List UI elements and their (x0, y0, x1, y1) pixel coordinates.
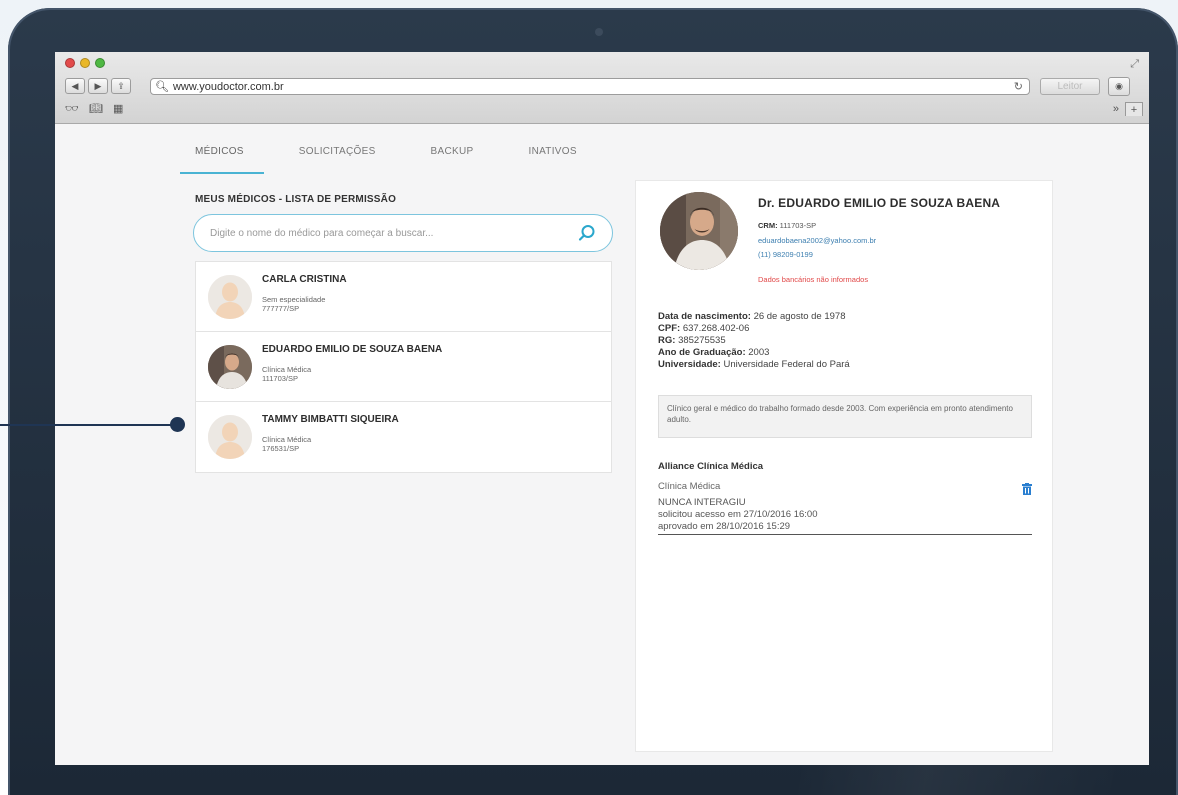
person-placeholder-icon (208, 415, 252, 459)
clinic-specialty: Clínica Médica (658, 481, 721, 492)
window-controls (65, 58, 105, 68)
tab-inativos[interactable]: INATIVOS (513, 124, 591, 174)
clinic-name: Alliance Clínica Médica (658, 461, 764, 472)
avatar (208, 345, 252, 389)
crm-label: CRM: (758, 221, 778, 230)
avatar (208, 275, 252, 319)
nav-buttons: ◀ ▶ ⇪ (65, 78, 131, 94)
zoom-window-button[interactable] (95, 58, 105, 68)
doctor-specialty: Clínica Médica (262, 365, 312, 374)
doctor-name: EDUARDO EMILIO DE SOUZA BAENA (262, 344, 443, 355)
doctor-list: CARLA CRISTINA Sem especialidade 777777/… (195, 261, 612, 473)
graduation-value: 2003 (748, 347, 770, 358)
request-date: solicitou acesso em 27/10/2016 16:00 (658, 509, 818, 520)
doctor-meta: Clínica Médica 111703/SP (262, 365, 311, 383)
cpf-row: CPF: 637.268.402-06 (658, 323, 850, 335)
callout-dot (170, 417, 185, 432)
doctor-crm: 777777/SP (262, 304, 300, 313)
forward-button[interactable]: ▶ (88, 78, 108, 94)
reading-list-icon[interactable]: 👓︎ (65, 102, 79, 115)
university-row: Universidade: Universidade Federal do Pa… (658, 359, 850, 371)
birth-label: Data de nascimento: (658, 311, 751, 322)
web-page: MÉDICOS SOLICITAÇÕES BACKUP INATIVOS MEU… (55, 124, 1149, 765)
url-text: www.youdoctor.com.br (172, 80, 284, 93)
doctor-detail-card: Dr. EDUARDO EMILIO DE SOUZA BAENA CRM: 1… (635, 180, 1053, 752)
doctor-phone-link[interactable]: (11) 98209-0199 (758, 250, 813, 259)
clinic-status: NUNCA INTERAGIU solicitou acesso em 27/1… (658, 497, 1032, 533)
rg-value: 385275535 (678, 335, 726, 346)
clinic-entry: Alliance Clínica Médica Clínica Médica N… (658, 461, 1032, 535)
list-item[interactable]: TAMMY BIMBATTI SIQUEIRA Clínica Médica 1… (196, 402, 611, 472)
address-bar[interactable]: 🔍︎ www.youdoctor.com.br ↻ (150, 78, 1030, 95)
doctor-bio: Clínico geral e médico do trabalho forma… (658, 395, 1032, 438)
birth-row: Data de nascimento: 26 de agosto de 1978 (658, 311, 850, 323)
bookmarks-row: 👓︎ 📖︎ ▦ (65, 102, 123, 115)
browser-chrome: ⤢ ◀ ▶ ⇪ 🔍︎ www.youdoctor.com.br ↻ Leitor… (55, 52, 1149, 124)
doctor-search (193, 214, 613, 252)
search-icon: 🔍︎ (155, 81, 169, 93)
doctor-name: CARLA CRISTINA (262, 274, 347, 285)
search-input[interactable] (210, 227, 578, 239)
doctor-meta: Clínica Médica 176531/SP (262, 435, 311, 453)
reader-button[interactable]: Leitor (1040, 78, 1100, 95)
share-button[interactable]: ⇪ (111, 78, 131, 94)
top-sites-icon[interactable]: ▦ (113, 102, 123, 115)
fullscreen-icon[interactable]: ⤢ (1130, 58, 1139, 71)
callout-line (0, 424, 176, 426)
rg-row: RG: 385275535 (658, 335, 850, 347)
university-value: Universidade Federal do Pará (723, 359, 850, 370)
list-item[interactable]: CARLA CRISTINA Sem especialidade 777777/… (196, 262, 611, 332)
doctor-specialty: Sem especialidade (262, 295, 326, 304)
doctor-crm: 111703/SP (262, 374, 299, 383)
more-tabs-icon[interactable]: » (1113, 103, 1119, 115)
doctor-info: Data de nascimento: 26 de agosto de 1978… (658, 311, 850, 371)
trash-icon[interactable] (1022, 483, 1032, 498)
reload-icon[interactable]: ↻ (1014, 80, 1023, 93)
bookmarks-icon[interactable]: 📖︎ (89, 102, 103, 115)
close-window-button[interactable] (65, 58, 75, 68)
person-placeholder-icon (208, 275, 252, 319)
cpf-value: 637.268.402-06 (682, 323, 750, 334)
tab-medicos[interactable]: MÉDICOS (180, 124, 264, 174)
tab-backup[interactable]: BACKUP (416, 124, 489, 174)
tablet-device: ⤢ ◀ ▶ ⇪ 🔍︎ www.youdoctor.com.br ↻ Leitor… (8, 8, 1178, 795)
downloads-button[interactable]: ◉ (1108, 77, 1130, 96)
avatar (208, 415, 252, 459)
cpf-label: CPF: (658, 323, 681, 334)
doctor-email-link[interactable]: eduardobaena2002@yahoo.com.br (758, 236, 876, 245)
approval-date: aprovado em 28/10/2016 15:29 (658, 521, 791, 532)
new-tab-button[interactable]: + (1125, 102, 1143, 116)
doctor-meta: Sem especialidade 777777/SP (262, 295, 325, 313)
main-tabs: MÉDICOS SOLICITAÇÕES BACKUP INATIVOS (180, 124, 617, 174)
doctor-crm-line: CRM: 111703-SP (758, 221, 816, 230)
interaction-status: NUNCA INTERAGIU (658, 497, 746, 508)
doctor-name: TAMMY BIMBATTI SIQUEIRA (262, 414, 399, 425)
minimize-window-button[interactable] (80, 58, 90, 68)
university-label: Universidade: (658, 359, 721, 370)
tab-controls: » + (1113, 102, 1143, 116)
doctor-photo-image (660, 192, 738, 270)
camera-dot (595, 28, 603, 36)
doctor-photo (660, 192, 738, 270)
graduation-row: Ano de Graduação: 2003 (658, 347, 850, 359)
doctor-full-name: Dr. EDUARDO EMILIO DE SOUZA BAENA (758, 196, 1001, 210)
search-icon[interactable] (578, 224, 596, 242)
list-item[interactable]: EDUARDO EMILIO DE SOUZA BAENA Clínica Mé… (196, 332, 611, 402)
crm-value: 111703-SP (779, 221, 817, 230)
rg-label: RG: (658, 335, 676, 346)
clinic-divider (658, 534, 1032, 535)
bank-data-warning: Dados bancários não informados (758, 275, 869, 284)
list-title: MEUS MÉDICOS - LISTA DE PERMISSÃO (195, 194, 397, 205)
graduation-label: Ano de Graduação: (658, 347, 746, 358)
birth-value: 26 de agosto de 1978 (753, 311, 846, 322)
doctor-crm: 176531/SP (262, 444, 300, 453)
back-button[interactable]: ◀ (65, 78, 85, 94)
screen: ⤢ ◀ ▶ ⇪ 🔍︎ www.youdoctor.com.br ↻ Leitor… (55, 52, 1149, 765)
doctor-photo (208, 345, 252, 389)
tab-solicitacoes[interactable]: SOLICITAÇÕES (284, 124, 391, 174)
doctor-specialty: Clínica Médica (262, 435, 312, 444)
